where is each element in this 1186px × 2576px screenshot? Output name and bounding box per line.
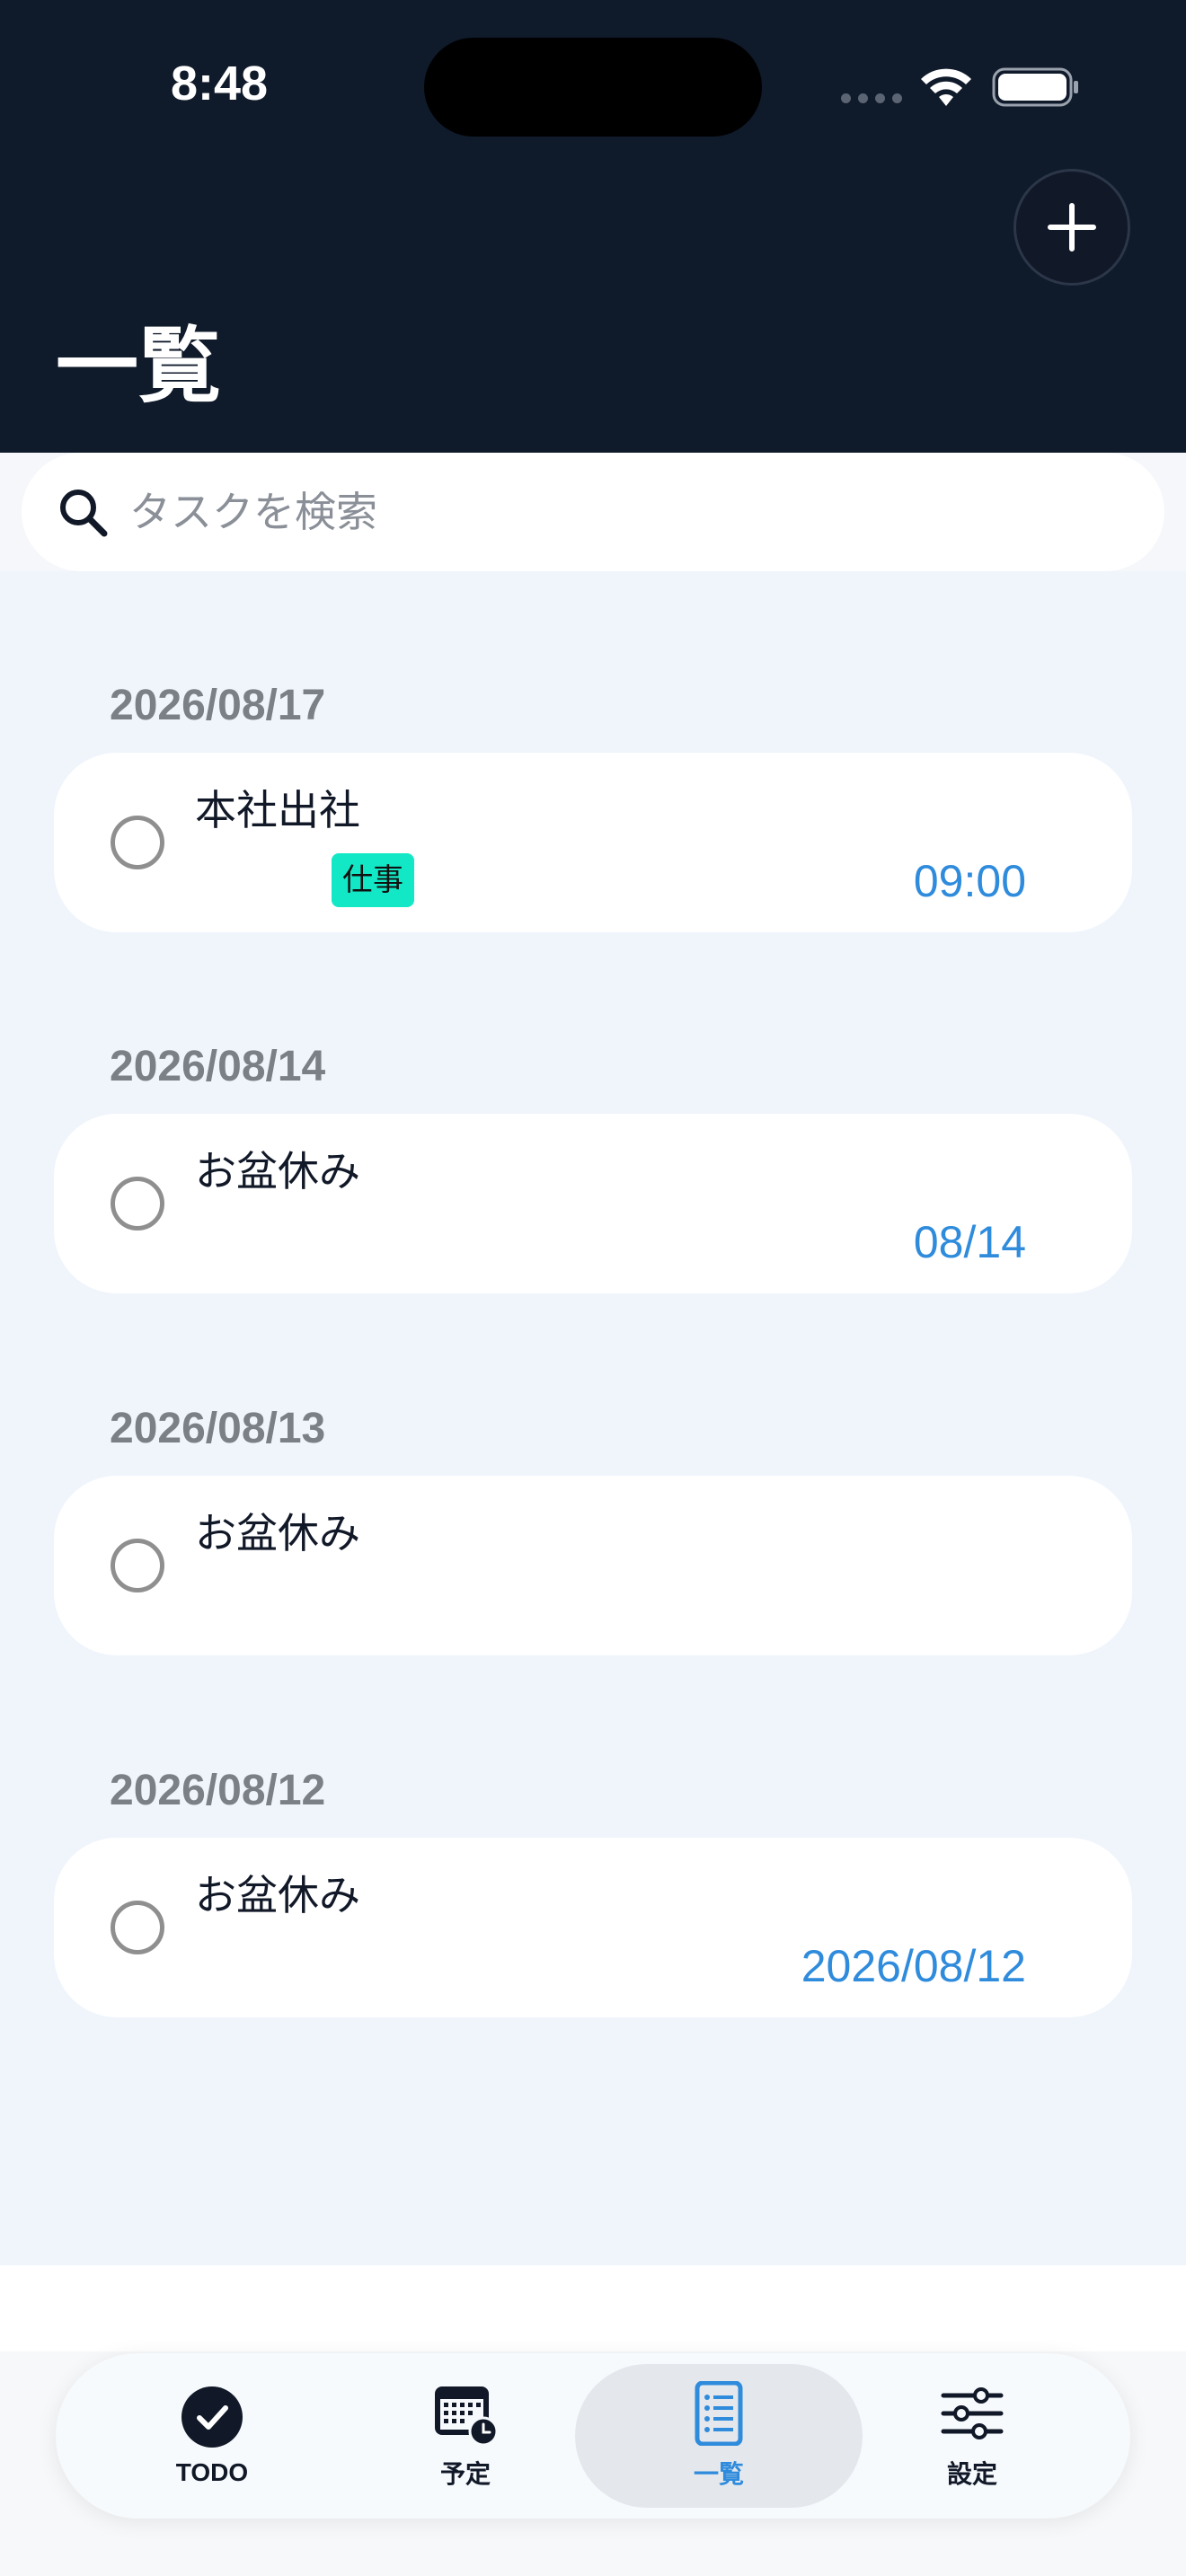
- footer-divider: [0, 2265, 1186, 2351]
- task-checkbox[interactable]: [111, 1539, 164, 1592]
- tab-label: 設定: [946, 2460, 997, 2488]
- wifi-icon: [921, 68, 971, 106]
- status-time: 8:48: [171, 57, 269, 110]
- tab-label: 一覧: [693, 2460, 744, 2488]
- dynamic-island: [424, 38, 762, 137]
- task-card[interactable]: お盆休み: [54, 1476, 1132, 1655]
- task-checkbox[interactable]: [111, 1177, 164, 1231]
- group-date: 2026/08/13: [110, 1405, 326, 1452]
- task-card[interactable]: お盆休み 2026/08/12: [54, 1838, 1132, 2017]
- group-date: 2026/08/12: [110, 1767, 326, 1814]
- tab-list[interactable]: 一覧: [575, 2364, 863, 2508]
- task-title: お盆休み: [195, 1147, 360, 1195]
- tab-bar: TODO 予定 一覧 設定: [56, 2353, 1130, 2519]
- task-title: お盆休み: [195, 1871, 360, 1919]
- group-date: 2026/08/17: [110, 682, 326, 729]
- group-date: 2026/08/14: [110, 1043, 326, 1090]
- task-tag: 仕事: [332, 853, 414, 907]
- search-icon: [60, 490, 108, 537]
- search-input[interactable]: [129, 488, 1118, 536]
- list-icon: [695, 2381, 743, 2446]
- plus-icon: [1048, 203, 1096, 251]
- search-bar[interactable]: [22, 453, 1164, 571]
- task-checkbox[interactable]: [111, 1901, 164, 1954]
- task-title: お盆休み: [195, 1509, 360, 1557]
- cellular-signal-icon: [841, 93, 902, 103]
- task-time: 08/14: [913, 1217, 1026, 1267]
- task-card[interactable]: 本社出社 仕事 09:00: [54, 753, 1132, 932]
- battery-icon: [992, 67, 1078, 107]
- task-time: 2026/08/12: [801, 1941, 1026, 1991]
- task-card[interactable]: お盆休み 08/14: [54, 1114, 1132, 1293]
- tab-settings[interactable]: 設定: [828, 2364, 1116, 2508]
- task-time: 09:00: [913, 856, 1026, 906]
- tab-schedule[interactable]: 予定: [322, 2364, 609, 2508]
- task-title: 本社出社: [195, 786, 360, 834]
- task-checkbox[interactable]: [111, 816, 164, 869]
- tab-todo[interactable]: TODO: [68, 2364, 356, 2508]
- app-header: 8:48 一覧: [0, 0, 1186, 453]
- sliders-icon: [941, 2387, 1004, 2439]
- check-circle-icon: [181, 2386, 243, 2448]
- page-title: 一覧: [56, 318, 222, 414]
- tab-label: TODO: [175, 2458, 249, 2486]
- calendar-clock-icon: [435, 2386, 498, 2446]
- add-task-button[interactable]: [1013, 169, 1130, 286]
- tab-label: 予定: [439, 2460, 491, 2488]
